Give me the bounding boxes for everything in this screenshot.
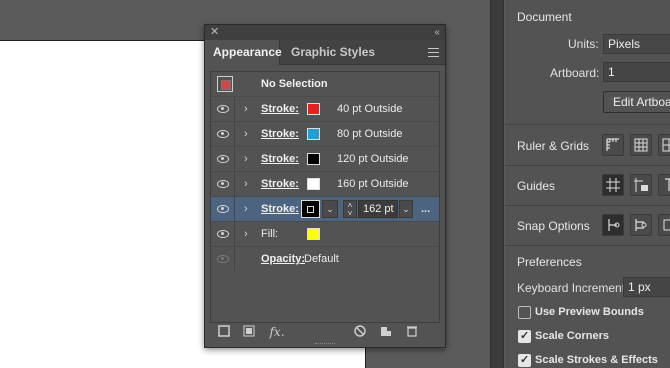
pixel-grid-icon[interactable] [658, 134, 670, 156]
stroke-color-swatch[interactable] [301, 200, 320, 218]
stroke-value: 80 pt Outside [337, 128, 403, 140]
stroke-weight-input[interactable]: 162 pt [358, 200, 398, 218]
grid-icon[interactable] [630, 134, 652, 156]
keyboard-increment-label: Keyboard Increment: [517, 281, 629, 295]
stroke-value: 40 pt Outside [337, 103, 403, 115]
artboard-label: Artboard: [550, 66, 600, 80]
artboard-input[interactable]: 1 [603, 62, 670, 82]
fx-icon[interactable]: fx. [267, 325, 287, 339]
eye-icon[interactable] [217, 205, 229, 213]
stroke-row[interactable]: › Stroke: 80 pt Outside [211, 122, 439, 147]
chevron-right-icon[interactable]: › [244, 147, 248, 171]
snap-to-point-icon[interactable] [602, 214, 624, 236]
use-preview-bounds-checkbox[interactable] [518, 306, 531, 319]
object-thumbnail-icon [217, 76, 233, 92]
appearance-list: No Selection › Stroke: 40 pt Outside › S… [210, 71, 440, 323]
properties-panel: Document Units: Pixels Artboard: 1 Edit … [505, 0, 670, 368]
eye-icon[interactable] [217, 255, 229, 263]
chevron-down-icon[interactable]: ⌄ [322, 200, 338, 218]
chevron-right-icon[interactable]: › [244, 97, 248, 121]
divider [505, 205, 670, 206]
scale-strokes-effects-checkbox[interactable] [518, 353, 531, 367]
eye-icon[interactable] [217, 130, 229, 138]
edit-artboards-button[interactable]: Edit Artboards [603, 91, 670, 113]
eye-icon[interactable] [217, 230, 229, 238]
units-label: Units: [568, 37, 599, 51]
smart-guides-icon[interactable] [658, 174, 670, 196]
add-fill-icon[interactable] [242, 325, 256, 339]
stroke-row[interactable]: › Stroke: 160 pt Outside [211, 172, 439, 197]
scale-corners-checkbox[interactable] [518, 329, 531, 343]
stroke-row[interactable]: › Stroke: 120 pt Outside [211, 147, 439, 172]
panel-tabs: Appearance Graphic Styles [205, 40, 445, 65]
stroke-value: 160 pt Outside [337, 178, 409, 190]
opacity-row[interactable]: Opacity: Default [211, 247, 439, 272]
stroke-color-swatch[interactable] [307, 178, 320, 190]
tab-graphic-styles[interactable]: Graphic Styles [283, 40, 383, 65]
divider [505, 165, 670, 166]
ruler-icon[interactable] [602, 134, 624, 156]
panel-dock-separator [490, 0, 504, 368]
preferences-title: Preferences [517, 255, 582, 269]
add-stroke-icon[interactable] [217, 325, 231, 339]
panel-footer: fx. [205, 323, 445, 343]
use-preview-bounds-label: Use Preview Bounds [535, 306, 644, 318]
chevron-right-icon[interactable]: › [244, 122, 248, 146]
clear-appearance-icon[interactable] [353, 325, 367, 339]
stroke-label[interactable]: Stroke: [261, 172, 299, 196]
close-icon[interactable]: ✕ [210, 25, 219, 40]
snap-to-glyph-icon[interactable] [630, 214, 652, 236]
stroke-row[interactable]: › Stroke: 40 pt Outside [211, 97, 439, 122]
stroke-color-swatch[interactable] [307, 128, 320, 140]
duplicate-item-icon[interactable] [379, 325, 393, 339]
chevron-down-icon[interactable]: ⌄ [399, 200, 413, 218]
stroke-row-selected[interactable]: › Stroke: ⌄ ˄ ˅ 162 pt ⌄ ... [211, 197, 439, 222]
collapse-icon[interactable]: ‹‹ [434, 25, 440, 40]
divider [505, 124, 670, 125]
stroke-label[interactable]: Stroke: [261, 97, 299, 121]
fill-row[interactable]: › Fill: [211, 222, 439, 247]
stroke-color-swatch[interactable] [307, 103, 320, 115]
panel-titlebar[interactable]: ✕ ‹‹ [205, 25, 445, 40]
stroke-color-swatch[interactable] [307, 153, 320, 165]
show-guides-icon[interactable] [602, 174, 624, 196]
chevron-right-icon[interactable]: › [244, 222, 248, 246]
scale-strokes-effects-label: Scale Strokes & Effects [535, 354, 658, 366]
snap-to-pixel-icon[interactable] [658, 214, 670, 236]
ruler-grids-title: Ruler & Grids [517, 139, 590, 153]
scale-corners-label: Scale Corners [535, 330, 609, 342]
document-section-title: Document [517, 10, 572, 24]
eye-icon[interactable] [217, 180, 229, 188]
divider [505, 245, 670, 246]
stroke-label[interactable]: Stroke: [261, 197, 299, 221]
units-select[interactable]: Pixels [603, 34, 670, 54]
chevron-right-icon[interactable]: › [244, 197, 248, 221]
eye-icon[interactable] [217, 155, 229, 163]
eye-icon[interactable] [217, 105, 229, 113]
snap-options-title: Snap Options [517, 219, 590, 233]
opacity-label[interactable]: Opacity: [261, 247, 305, 271]
guides-title: Guides [517, 179, 556, 193]
list-item-no-selection: No Selection [211, 72, 439, 97]
panel-menu-icon[interactable] [428, 48, 439, 57]
fill-color-swatch[interactable] [307, 228, 320, 240]
stroke-value: 120 pt Outside [337, 153, 409, 165]
appearance-panel: ✕ ‹‹ Appearance Graphic Styles No Select… [204, 24, 446, 348]
fill-label[interactable]: Fill: [261, 222, 278, 246]
no-selection-label: No Selection [261, 78, 328, 90]
tab-appearance[interactable]: Appearance [205, 40, 282, 65]
stroke-weight-stepper[interactable]: ˄ ˅ [343, 200, 357, 218]
keyboard-increment-input[interactable]: 1 px [623, 277, 670, 297]
more-options-button[interactable]: ... [421, 197, 430, 221]
resize-grip[interactable] [315, 343, 335, 346]
opacity-value: Default [304, 253, 339, 265]
delete-item-icon[interactable] [405, 325, 419, 339]
lock-guides-icon[interactable] [630, 174, 652, 196]
stroke-label[interactable]: Stroke: [261, 122, 299, 146]
stroke-label[interactable]: Stroke: [261, 147, 299, 171]
chevron-right-icon[interactable]: › [244, 172, 248, 196]
